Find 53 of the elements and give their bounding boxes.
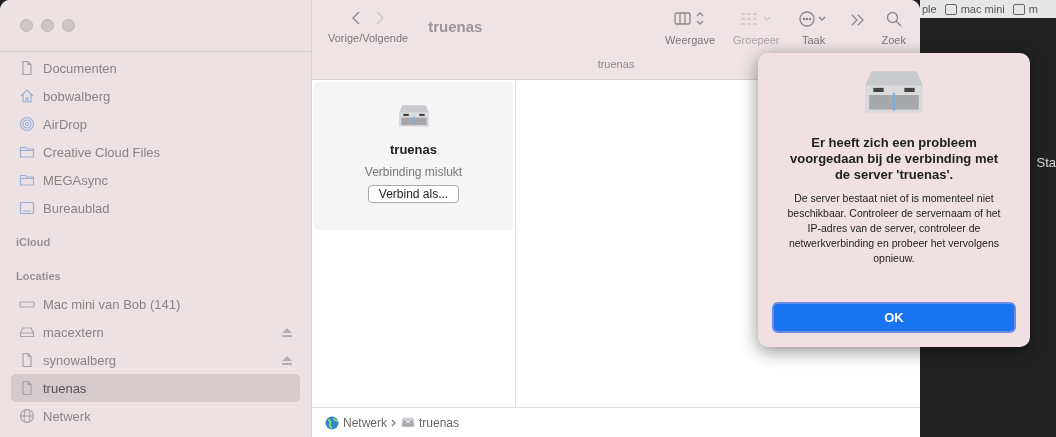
sidebar-item[interactable]: macextern	[11, 318, 300, 346]
sidebar-item[interactable]: Mac mini van Bob (141)	[11, 290, 300, 318]
document-icon	[19, 380, 35, 396]
globe-icon	[325, 415, 339, 430]
sidebar-item[interactable]: Bureaublad	[11, 194, 300, 222]
bookmark[interactable]: ple	[922, 3, 937, 15]
sidebar-item[interactable]: Documenten	[11, 54, 300, 82]
background-label: Sta	[1036, 155, 1056, 170]
path-item[interactable]: Netwerk	[325, 415, 387, 430]
toolbar-button[interactable]: Weergave	[665, 10, 716, 46]
server-name: truenas	[390, 142, 437, 157]
status-text: Verbinding mislukt	[364, 165, 463, 179]
path-item[interactable]: truenas	[401, 415, 460, 430]
bookmark[interactable]: m	[1012, 3, 1038, 15]
globe-icon	[19, 408, 35, 424]
chevron-icon	[391, 418, 397, 427]
sidebar-item[interactable]: AirDrop	[11, 110, 300, 138]
window-title: truenas	[428, 18, 483, 35]
connect-button[interactable]: Verbind als...	[367, 185, 460, 203]
sidebar-item[interactable]: Netwerk	[11, 402, 300, 430]
home-icon	[19, 88, 35, 104]
eject-icon[interactable]	[282, 355, 292, 365]
sidebar-item[interactable]: truenas	[11, 374, 300, 402]
sidebar-item[interactable]: synowalberg	[11, 346, 300, 374]
document-icon	[19, 60, 35, 76]
sidebar-item[interactable]: bobwalberg	[11, 82, 300, 110]
ok-button[interactable]: OK	[772, 302, 1016, 333]
drive-icon	[19, 324, 35, 340]
window-control[interactable]	[20, 19, 33, 32]
nav-label: Vorige/Volgende	[328, 32, 409, 44]
bookmark[interactable]: mac mini	[944, 3, 1005, 15]
server-icon	[401, 417, 415, 428]
eject-icon[interactable]	[282, 327, 292, 337]
window-control[interactable]	[62, 19, 75, 32]
sidebar-heading: Locaties	[15, 269, 62, 284]
sidebar-heading: iCloud	[15, 235, 52, 250]
sidebar-item[interactable]: MEGAsync	[11, 166, 300, 194]
document-icon	[19, 352, 35, 368]
sidebar-item[interactable]: Creative Cloud Files	[11, 138, 300, 166]
server-card[interactable]: truenas Verbinding mislukt Verbind als...	[314, 82, 513, 230]
desktop-icon	[19, 200, 35, 216]
more-chevron-icon[interactable]	[849, 13, 866, 27]
server-icon	[397, 104, 430, 128]
search-icon	[884, 10, 903, 28]
back-icon[interactable]	[351, 10, 362, 26]
window-control[interactable]	[41, 19, 54, 32]
toolbar-button[interactable]: Zoek	[881, 10, 906, 46]
tab-title: truenas	[596, 58, 636, 70]
airdrop-icon	[19, 116, 35, 132]
server-icon	[863, 69, 925, 115]
dialog-title: Er heeft zich een probleem voorgedaan bij de verbinding met de server 'truenas'.	[788, 135, 999, 183]
toolbar-button[interactable]: Taak	[797, 10, 830, 46]
dialog-message: De server bestaat niet of is momenteel niet beschikbaar. Controleer de servernaam of het IP-adres van de server, controleer de netwerkverbinding en probeer het vervolgens opnieuw.	[786, 191, 1002, 266]
